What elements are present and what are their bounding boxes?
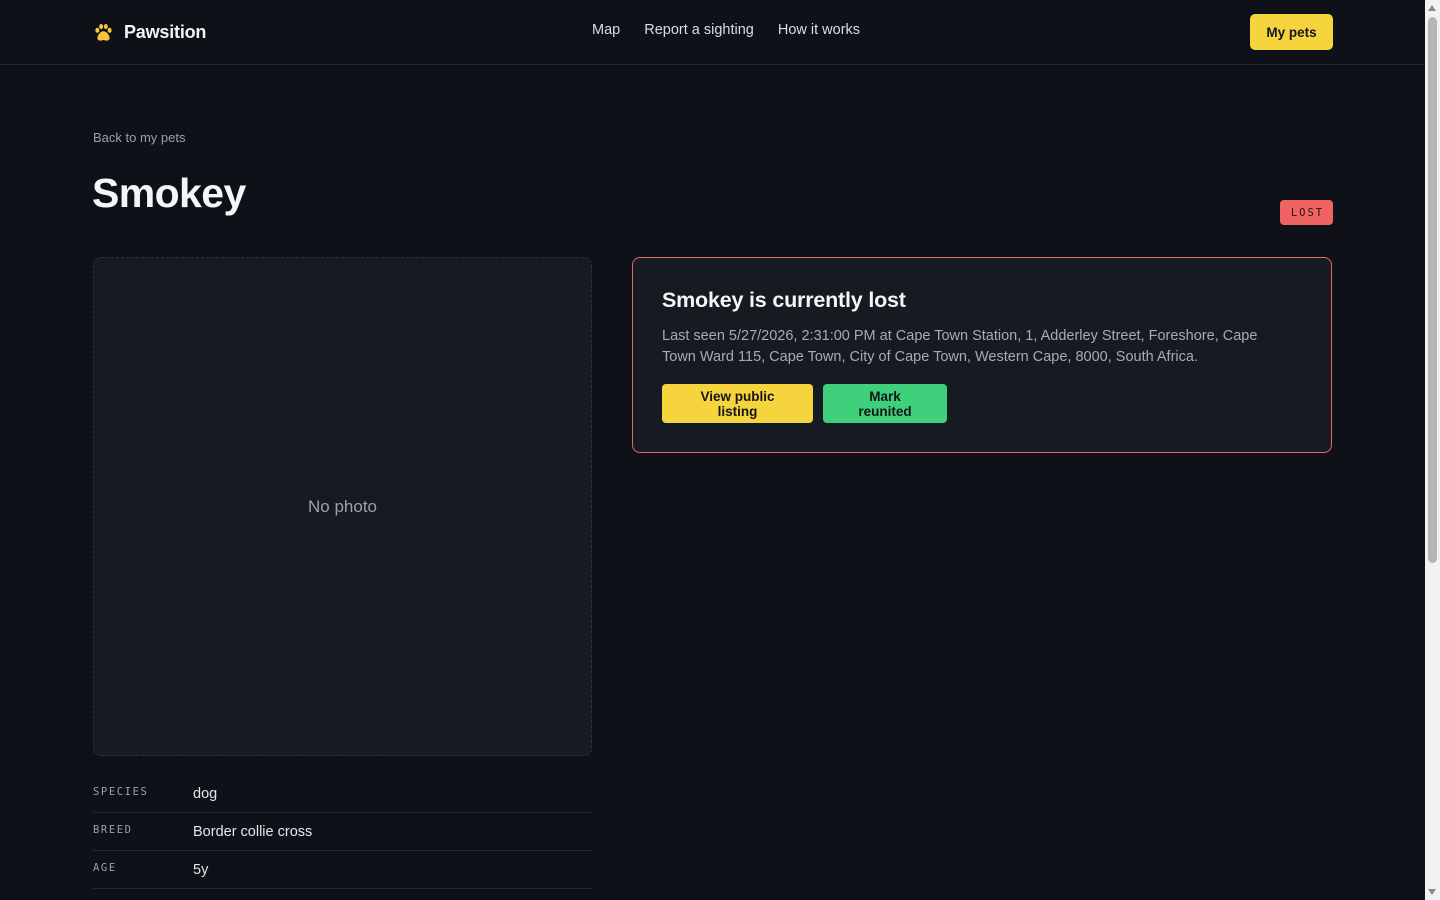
alert-title: Smokey is currently lost (662, 288, 906, 312)
back-to-my-pets-link[interactable]: Back to my pets (93, 130, 185, 145)
lost-alert-card: Smokey is currently lost Last seen 5/27/… (632, 257, 1332, 453)
brand-logo-link[interactable]: Pawsition (93, 20, 206, 44)
vertical-scrollbar[interactable] (1425, 0, 1440, 900)
nav-link-how-it-works[interactable]: How it works (778, 22, 860, 38)
scroll-up-arrow-icon[interactable] (1428, 5, 1436, 11)
detail-value: Border collie cross (193, 823, 313, 840)
pet-details-list: SPECIES dog BREED Border collie cross AG… (93, 776, 592, 889)
no-photo-text: No photo (308, 496, 377, 516)
status-badge: LOST (1280, 200, 1333, 225)
paw-icon (95, 23, 112, 41)
scroll-thumb[interactable] (1428, 17, 1437, 563)
detail-row-species: SPECIES dog (93, 776, 592, 813)
viewport: Pawsition Map Report a sighting How it w… (0, 0, 1425, 900)
view-public-listing-button[interactable]: View public listing (662, 384, 813, 423)
detail-row-age: AGE 5y (93, 851, 592, 889)
nav-link-report-sighting[interactable]: Report a sighting (644, 22, 754, 38)
nav-link-map[interactable]: Map (592, 22, 620, 38)
page-title: Smokey (92, 170, 246, 216)
detail-value: dog (193, 786, 218, 802)
detail-row-breed: BREED Border collie cross (93, 813, 592, 851)
mark-reunited-button[interactable]: Mark reunited (823, 384, 947, 423)
detail-label: BREED (93, 823, 133, 836)
detail-label: AGE (93, 861, 117, 874)
last-seen-text: Last seen 5/27/2026, 2:31:00 PM at Cape … (662, 328, 1258, 365)
my-pets-button[interactable]: My pets (1250, 14, 1333, 50)
detail-value: 5y (193, 861, 209, 878)
detail-label: SPECIES (93, 786, 149, 798)
alert-actions: View public listing Mark reunited (662, 384, 1302, 423)
scroll-down-arrow-icon[interactable] (1428, 889, 1436, 895)
main-nav: Map Report a sighting How it works (592, 22, 860, 38)
top-header: Pawsition Map Report a sighting How it w… (0, 0, 1425, 65)
pet-photo-placeholder: No photo (93, 257, 592, 756)
brand-name: Pawsition (124, 21, 207, 42)
